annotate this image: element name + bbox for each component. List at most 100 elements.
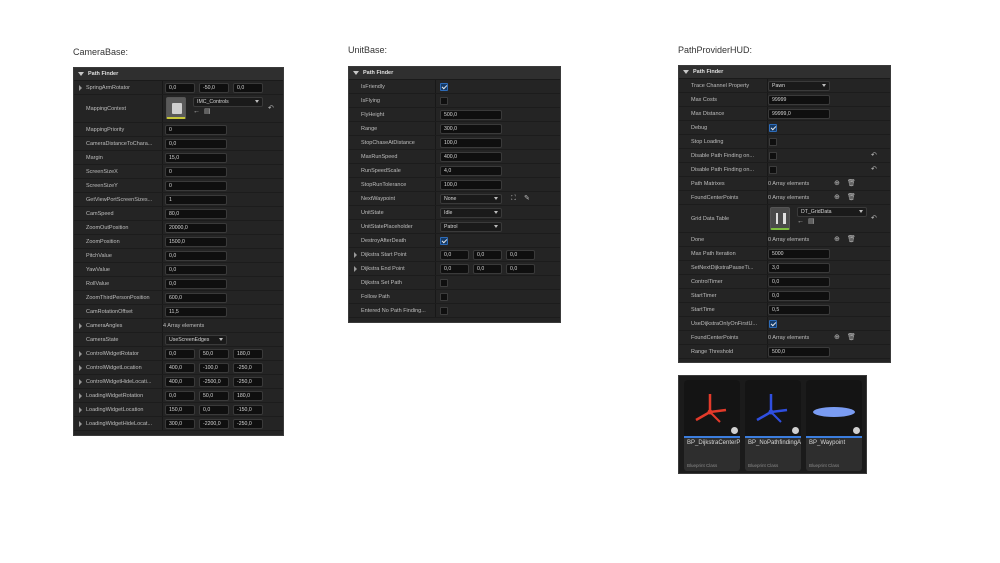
asset-tile[interactable]: BP_Waypoint Blueprint Class [806,380,862,471]
focus-icon[interactable]: ⛶ [511,192,516,206]
numeric-field[interactable]: 0,0 [233,83,263,93]
checkbox[interactable] [440,307,448,315]
numeric-field[interactable]: -250,0 [233,377,263,387]
add-element-icon[interactable]: ⊕ [834,177,840,191]
trash-icon[interactable]: 🗑 [847,331,856,345]
numeric-field[interactable]: 0,0 [506,250,535,260]
path-finder-category-header[interactable]: Path Finder [349,67,560,80]
numeric-field[interactable]: 0,0 [440,250,469,260]
numeric-field[interactable]: 0 [165,125,227,135]
checkbox[interactable] [440,97,448,105]
numeric-field[interactable]: 99999 [768,95,830,105]
path-finder-category-header[interactable]: Path Finder [74,68,283,81]
numeric-field[interactable]: 0,5 [768,305,830,315]
browse-icon[interactable]: ▤ [808,215,815,229]
numeric-field[interactable]: 0,0 [165,265,227,275]
checkbox[interactable] [769,138,777,146]
numeric-field[interactable]: 600,0 [165,293,227,303]
dropdown-select[interactable]: Patrol [440,222,502,232]
numeric-field[interactable]: 100,0 [440,138,502,148]
checkbox[interactable] [769,320,777,328]
expand-arrow-icon[interactable] [79,85,82,91]
numeric-field[interactable]: 3,0 [768,263,830,273]
numeric-field[interactable]: 0,0 [473,264,502,274]
numeric-field[interactable]: 5000 [768,249,830,259]
checkbox[interactable] [440,293,448,301]
asset-tile[interactable]: BP_DijkstraCenterPoint Blueprint Class [684,380,740,471]
numeric-field[interactable]: 0,0 [768,277,830,287]
numeric-field[interactable]: 50,0 [199,349,229,359]
numeric-field[interactable]: 0 [165,167,227,177]
add-element-icon[interactable]: ⊕ [834,331,840,345]
checkbox[interactable] [440,279,448,287]
expand-arrow-icon[interactable] [79,421,82,427]
path-finder-category-header[interactable]: Path Finder [679,66,890,79]
expand-arrow-icon[interactable] [79,365,82,371]
numeric-field[interactable]: 0,0 [165,83,195,93]
checkbox[interactable] [440,83,448,91]
expand-arrow-icon[interactable] [79,323,82,329]
use-selected-icon[interactable]: ← [193,105,200,119]
expand-arrow-icon[interactable] [79,407,82,413]
numeric-field[interactable]: -100,0 [199,363,229,373]
numeric-field[interactable]: 4,0 [440,166,502,176]
numeric-field[interactable]: 500,0 [440,110,502,120]
checkbox[interactable] [769,152,777,160]
trash-icon[interactable]: 🗑 [847,233,856,247]
expand-arrow-icon[interactable] [354,252,357,258]
numeric-field[interactable]: -2500,0 [199,377,229,387]
dropdown-select[interactable]: Pawn [768,81,830,91]
expand-arrow-icon[interactable] [354,266,357,272]
numeric-field[interactable]: -250,0 [233,363,263,373]
checkbox[interactable] [769,166,777,174]
asset-tile[interactable]: BP_NoPathfindingArea Blueprint Class [745,380,801,471]
numeric-field[interactable]: 20000,0 [165,223,227,233]
add-element-icon[interactable]: ⊕ [834,191,840,205]
numeric-field[interactable]: -250,0 [233,419,263,429]
numeric-field[interactable]: 0,0 [440,264,469,274]
browse-icon[interactable]: ▤ [204,105,211,119]
numeric-field[interactable]: 400,0 [165,363,195,373]
numeric-field[interactable]: 500,0 [768,347,830,357]
dropdown-select[interactable]: Idle [440,208,502,218]
numeric-field[interactable]: 50,0 [199,391,229,401]
checkbox[interactable] [769,124,777,132]
numeric-field[interactable]: 1500,0 [165,237,227,247]
dropdown-select[interactable]: UseScreenEdges [165,335,227,345]
numeric-field[interactable]: 0,0 [165,251,227,261]
expand-arrow-icon[interactable] [79,351,82,357]
numeric-field[interactable]: 0,0 [199,405,229,415]
numeric-field[interactable]: 0,0 [473,250,502,260]
eyedropper-icon[interactable]: ✎ [524,192,530,206]
numeric-field[interactable]: 300,0 [440,124,502,134]
numeric-field[interactable]: 400,0 [165,377,195,387]
numeric-field[interactable]: 100,0 [440,180,502,190]
numeric-field[interactable]: 15,0 [165,153,227,163]
numeric-field[interactable]: 0,0 [165,349,195,359]
numeric-field[interactable]: -50,0 [199,83,229,93]
numeric-field[interactable]: 0,0 [768,291,830,301]
reset-arrow-icon[interactable]: ↶ [268,102,274,116]
reset-arrow-icon[interactable]: ↶ [871,163,877,177]
numeric-field[interactable]: 180,0 [233,391,263,401]
numeric-field[interactable]: 0,0 [165,391,195,401]
dropdown-select[interactable]: None [440,194,502,204]
reset-arrow-icon[interactable]: ↶ [871,149,877,163]
numeric-field[interactable]: 300,0 [165,419,195,429]
numeric-field[interactable]: 99999,0 [768,109,830,119]
numeric-field[interactable]: 180,0 [233,349,263,359]
trash-icon[interactable]: 🗑 [847,191,856,205]
numeric-field[interactable]: 0,0 [165,139,227,149]
numeric-field[interactable]: 11,5 [165,307,227,317]
numeric-field[interactable]: 0,0 [165,279,227,289]
expand-arrow-icon[interactable] [79,393,82,399]
numeric-field[interactable]: 0,0 [506,264,535,274]
numeric-field[interactable]: 1 [165,195,227,205]
add-element-icon[interactable]: ⊕ [834,233,840,247]
use-selected-icon[interactable]: ← [797,215,804,229]
numeric-field[interactable]: -2200,0 [199,419,229,429]
numeric-field[interactable]: -150,0 [233,405,263,415]
checkbox[interactable] [440,237,448,245]
numeric-field[interactable]: 400,0 [440,152,502,162]
reset-arrow-icon[interactable]: ↶ [871,212,877,226]
